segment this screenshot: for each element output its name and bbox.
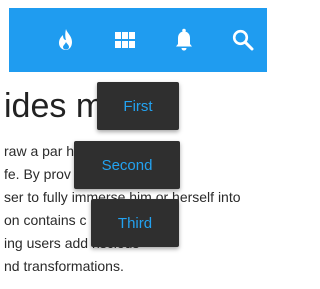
search-icon[interactable]: [231, 28, 255, 52]
grid-icon[interactable]: [113, 28, 137, 52]
menu-item-first[interactable]: First: [97, 82, 179, 130]
paragraph-line: nd transformations.: [4, 258, 124, 274]
menu-item-third[interactable]: Third: [91, 199, 179, 247]
flame-icon[interactable]: [54, 28, 78, 52]
menu-item-second[interactable]: Second: [74, 141, 180, 189]
bell-icon[interactable]: [172, 28, 196, 52]
app-toolbar: [9, 8, 267, 72]
